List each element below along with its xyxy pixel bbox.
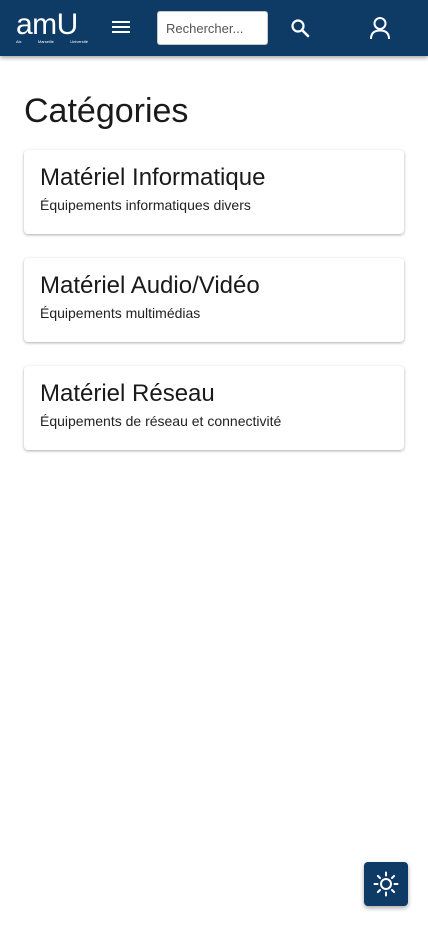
- user-icon: [370, 17, 390, 40]
- search-icon: [291, 19, 310, 38]
- category-description: Équipements informatiques divers: [40, 197, 251, 213]
- category-card-audio-video[interactable]: Matériel Audio/Vidéo Équipements multimé…: [24, 258, 404, 342]
- menu-icon: [112, 21, 130, 33]
- category-list: Matériel Informatique Équipements inform…: [24, 150, 404, 474]
- sun-icon: [373, 871, 399, 897]
- logo-sub-universite: Université: [70, 39, 88, 44]
- logo-sub-marseille: Marseille: [37, 39, 54, 44]
- category-title: Matériel Audio/Vidéo: [40, 272, 260, 299]
- logo-subtitle: Aix Marseille Université: [16, 39, 88, 44]
- category-description: Équipements multimédias: [40, 305, 201, 321]
- category-card-informatique[interactable]: Matériel Informatique Équipements inform…: [24, 150, 404, 234]
- category-card-reseau[interactable]: Matériel Réseau Équipements de réseau et…: [24, 366, 404, 450]
- category-title: Matériel Informatique: [40, 164, 266, 191]
- logo-sub-aix: Aix: [16, 39, 22, 44]
- search-input[interactable]: [157, 11, 268, 45]
- search-button[interactable]: [286, 14, 314, 42]
- menu-button[interactable]: [108, 14, 134, 40]
- logo-text: amU: [16, 8, 78, 41]
- amu-logo[interactable]: amU Aix Marseille Université: [16, 8, 88, 45]
- category-description: Équipements de réseau et connectivité: [40, 413, 282, 429]
- top-navbar: amU Aix Marseille Université: [0, 0, 428, 56]
- page-title: Catégories: [24, 92, 189, 130]
- user-account-button[interactable]: [366, 13, 394, 43]
- category-title: Matériel Réseau: [40, 380, 215, 407]
- theme-toggle-button[interactable]: [364, 862, 408, 906]
